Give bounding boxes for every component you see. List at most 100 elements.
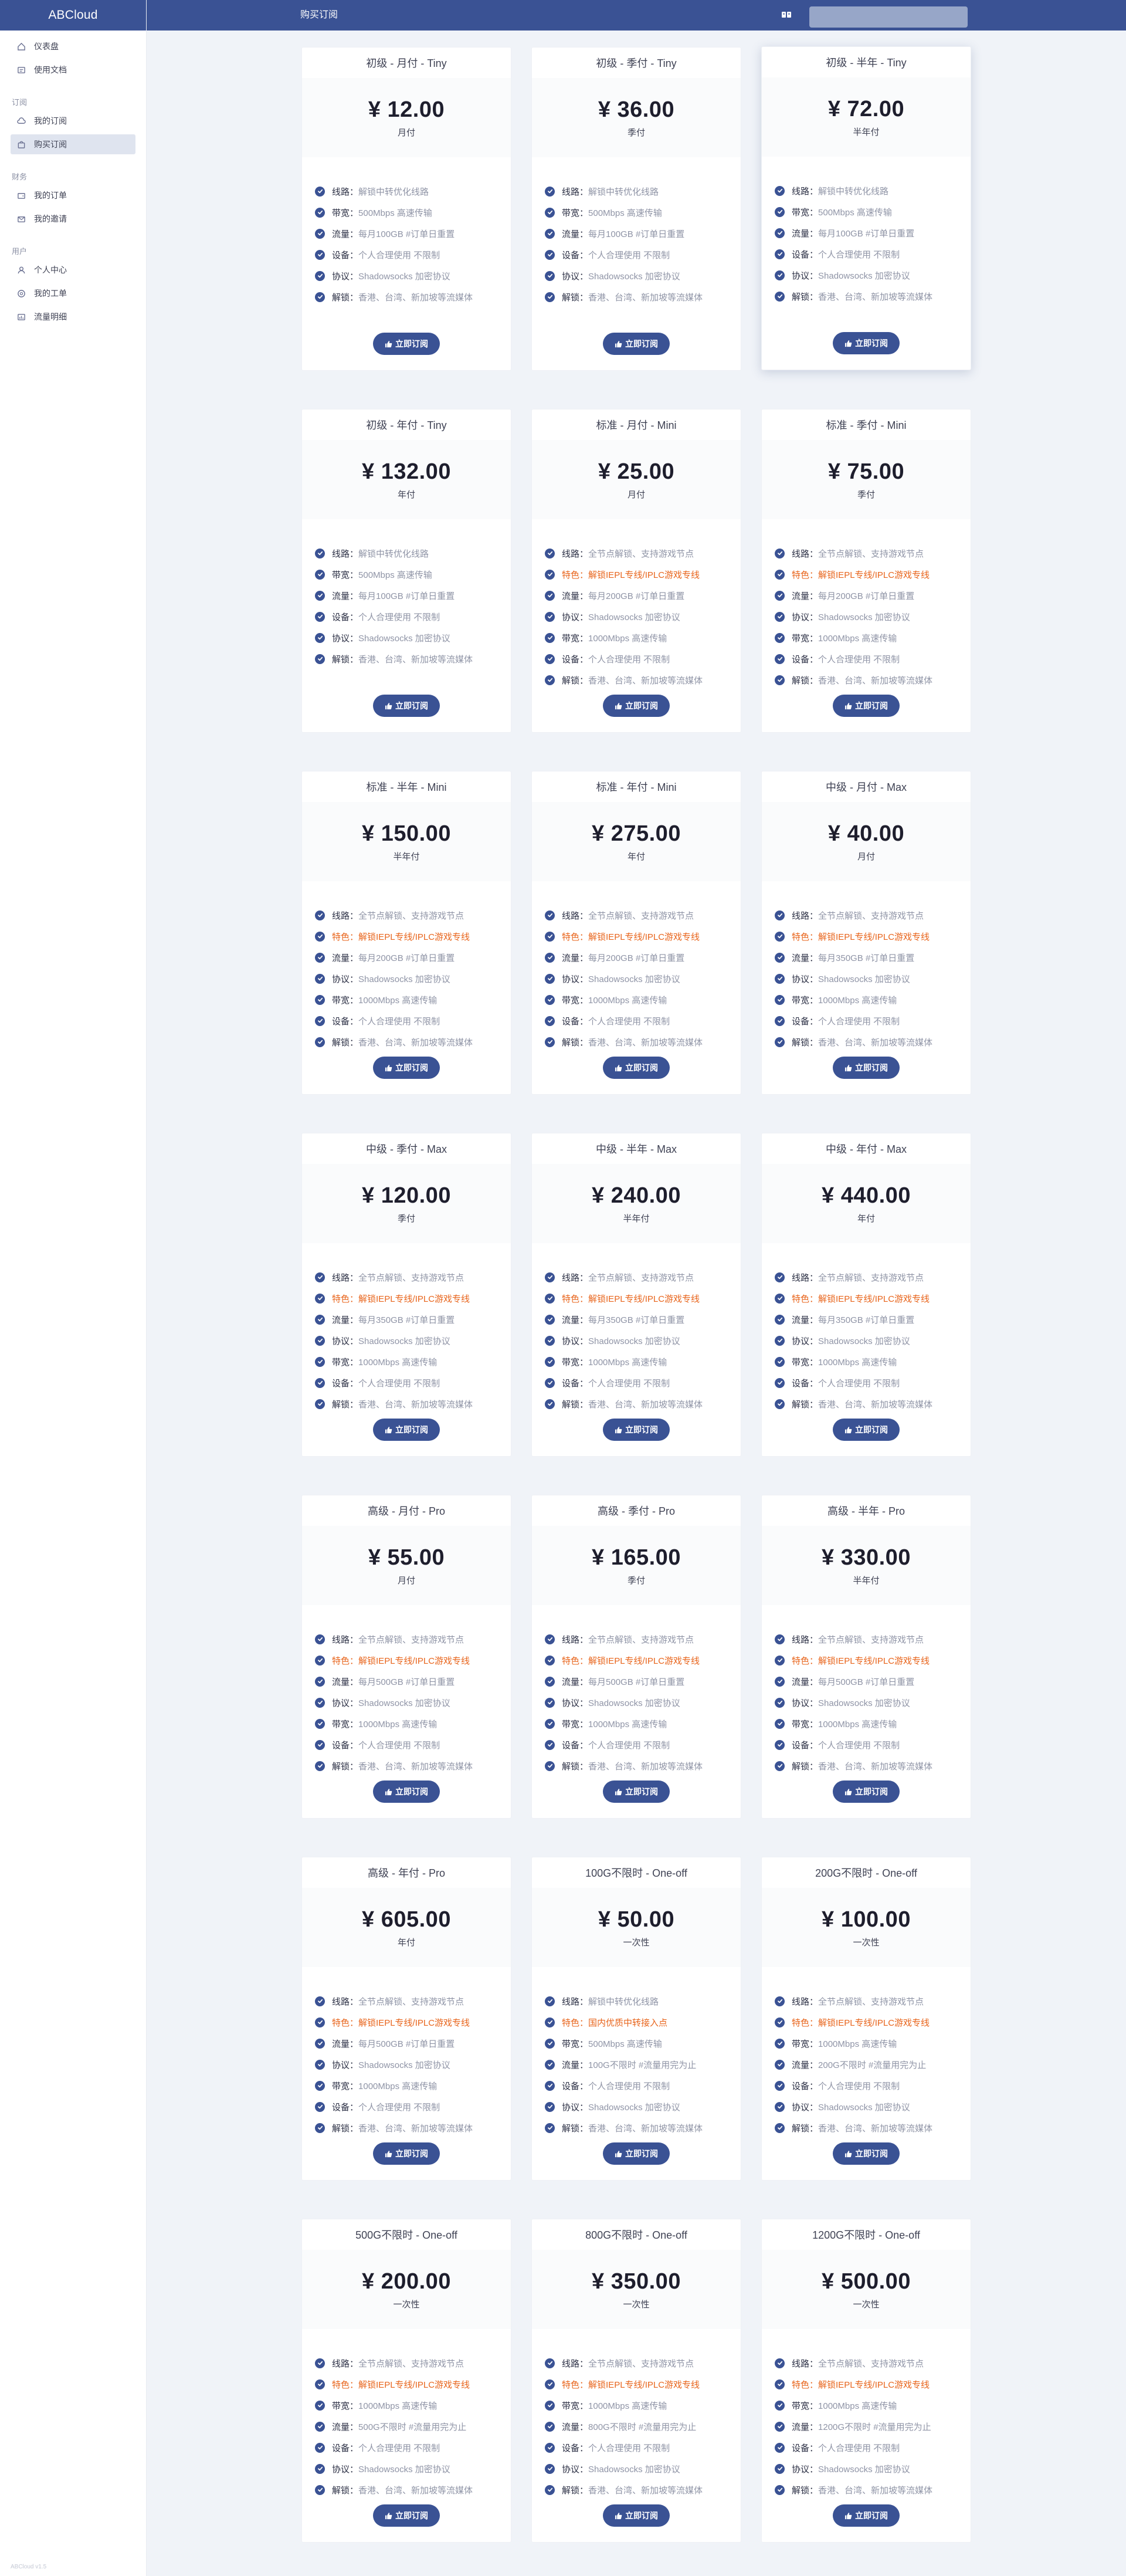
- feature-item: 设备： 个人合理使用 不限制: [545, 1734, 741, 1755]
- subscribe-button[interactable]: 立即订阅: [603, 1419, 670, 1441]
- feature-value: 1000Mbps 高速传输: [818, 633, 897, 644]
- subscribe-button[interactable]: 立即订阅: [833, 1780, 900, 1803]
- sidebar-item-label: 使用文档: [34, 65, 67, 75]
- subscribe-button[interactable]: 立即订阅: [373, 1057, 440, 1079]
- thumbs-up-icon: [844, 1788, 855, 1796]
- feature-value: 个人合理使用 不限制: [358, 1378, 440, 1389]
- feature-value: 个人合理使用 不限制: [358, 1740, 440, 1751]
- check-circle-icon: [545, 228, 555, 239]
- feature-label: 带宽：: [562, 2039, 589, 2049]
- sidebar-item[interactable]: 我的邀请: [11, 209, 135, 229]
- feature-value: 解锁IEPL专线/IPLC游戏专线: [588, 932, 700, 942]
- plan-name: 100G不限时 - One-off: [585, 1867, 687, 1879]
- feature-item: 解锁： 香港、台湾、新加坡等流媒体: [775, 1755, 971, 1776]
- subscribe-button[interactable]: 立即订阅: [833, 1419, 900, 1441]
- check-circle-icon: [315, 569, 325, 580]
- price-block: ¥ 55.00 月付: [302, 1526, 511, 1605]
- sidebar-item[interactable]: 流量明细: [11, 307, 135, 327]
- sidebar-item[interactable]: 我的工单: [11, 283, 135, 303]
- feature-value: 每月100GB #订单日重置: [818, 228, 915, 239]
- feature-list: 线路： 解锁中转优化线路 带宽： 500Mbps 高速传输 流量： 每月100GB #订单…: [302, 519, 511, 669]
- button-wrap: 立即订阅: [532, 333, 741, 355]
- subscribe-button[interactable]: 立即订阅: [603, 2504, 670, 2527]
- subscribe-button[interactable]: 立即订阅: [603, 333, 670, 355]
- feature-label: 带宽：: [792, 995, 819, 1006]
- subscribe-button[interactable]: 立即订阅: [833, 1057, 900, 1079]
- plan-period: 年付: [397, 489, 415, 500]
- plan-name: 初级 - 季付 - Tiny: [596, 57, 677, 69]
- subscribe-button[interactable]: 立即订阅: [373, 695, 440, 717]
- plan-price: ¥ 50.00: [598, 1907, 675, 1932]
- user-menu[interactable]: [809, 6, 968, 28]
- subscribe-button[interactable]: 立即订阅: [373, 1780, 440, 1803]
- subscribe-button[interactable]: 立即订阅: [603, 2142, 670, 2165]
- check-circle-icon: [545, 590, 555, 601]
- feature-item: 设备： 个人合理使用 不限制: [545, 1372, 741, 1393]
- subscribe-button[interactable]: 立即订阅: [603, 1057, 670, 1079]
- plan-period: 一次性: [853, 1937, 880, 1948]
- feature-label: 解锁：: [562, 1037, 589, 1048]
- check-circle-icon: [775, 548, 785, 558]
- language-icon[interactable]: [781, 11, 792, 19]
- sidebar-item[interactable]: 我的订单: [11, 185, 135, 205]
- subscribe-button[interactable]: 立即订阅: [603, 1780, 670, 1803]
- subscribe-button[interactable]: 立即订阅: [373, 1419, 440, 1441]
- feature-label: 解锁：: [792, 2485, 819, 2496]
- sidebar-item[interactable]: 使用文档: [11, 60, 135, 80]
- check-circle-icon: [545, 2379, 555, 2389]
- check-circle-icon: [315, 1718, 325, 1729]
- thumbs-up-icon: [615, 2512, 625, 2520]
- price-block: ¥ 200.00 一次性: [302, 2250, 511, 2329]
- subscribe-button[interactable]: 立即订阅: [373, 2504, 440, 2527]
- feature-value: 个人合理使用 不限制: [588, 1016, 670, 1027]
- check-circle-icon: [775, 654, 785, 664]
- subscribe-button[interactable]: 立即订阅: [833, 2142, 900, 2165]
- subscribe-button[interactable]: 立即订阅: [833, 695, 900, 717]
- feature-value: 全节点解锁、支持游戏节点: [588, 1634, 694, 1645]
- feature-label: 协议：: [792, 1336, 819, 1346]
- sidebar-item[interactable]: 个人中心: [11, 260, 135, 280]
- sidebar-item[interactable]: 购买订阅: [11, 134, 135, 154]
- feature-item: 协议： Shadowsocks 加密协议: [545, 1692, 741, 1713]
- feature-item: 流量： 每月200GB #订单日重置: [315, 947, 511, 968]
- sidebar-item[interactable]: 仪表盘: [11, 36, 135, 56]
- feature-value: 全节点解锁、支持游戏节点: [358, 2358, 464, 2369]
- thumbs-up-icon: [615, 2150, 625, 2158]
- subscribe-button[interactable]: 立即订阅: [833, 2504, 900, 2527]
- feature-item: 解锁： 香港、台湾、新加坡等流媒体: [775, 1031, 971, 1052]
- feature-label: 特色：: [792, 570, 819, 580]
- brand-logo[interactable]: ABCloud: [0, 0, 146, 31]
- thumbs-up-icon: [844, 702, 855, 710]
- feature-value: 香港、台湾、新加坡等流媒体: [588, 2123, 703, 2134]
- feature-label: 协议：: [562, 2464, 589, 2475]
- feature-value: 每月100GB #订单日重置: [358, 229, 455, 239]
- feature-label: 特色：: [332, 1294, 359, 1304]
- subscribe-button[interactable]: 立即订阅: [833, 332, 900, 354]
- feature-value: 500Mbps 高速传输: [588, 208, 662, 218]
- feature-item: 特色： 解锁IEPL专线/IPLC游戏专线: [315, 1288, 511, 1309]
- check-circle-icon: [315, 2421, 325, 2432]
- subscribe-button[interactable]: 立即订阅: [373, 2142, 440, 2165]
- sidebar-item[interactable]: 我的订阅: [11, 111, 135, 131]
- check-circle-icon: [545, 270, 555, 281]
- plan-price: ¥ 55.00: [368, 1545, 445, 1570]
- feature-item: 协议： Shadowsocks 加密协议: [315, 968, 511, 989]
- feature-value: 1000Mbps 高速传输: [588, 1719, 667, 1729]
- feature-value: 每月350GB #订单日重置: [588, 1315, 685, 1325]
- feature-label: 协议：: [792, 1698, 819, 1708]
- feature-value: 个人合理使用 不限制: [818, 2081, 900, 2091]
- sidebar-nav: 仪表盘 使用文档 订阅 我的订阅 购买订阅 财务 我的订单 我的邀请 用户 个人中心 我的工单 流量明…: [0, 31, 146, 327]
- check-circle-icon: [315, 973, 325, 984]
- feature-label: 线路：: [332, 1996, 359, 2007]
- feature-label: 协议：: [332, 271, 359, 282]
- feature-value: 1000Mbps 高速传输: [358, 995, 437, 1006]
- feature-label: 特色：: [562, 1294, 589, 1304]
- subscribe-button[interactable]: 立即订阅: [373, 333, 440, 355]
- feature-item: 流量： 每月500GB #订单日重置: [315, 2033, 511, 2054]
- subscribe-button[interactable]: 立即订阅: [603, 695, 670, 717]
- check-circle-icon: [545, 2123, 555, 2133]
- feature-item: 解锁： 香港、台湾、新加坡等流媒体: [315, 648, 511, 669]
- check-circle-icon: [775, 1739, 785, 1750]
- feature-label: 特色：: [792, 932, 819, 942]
- feature-value: 解锁中转优化线路: [588, 187, 659, 197]
